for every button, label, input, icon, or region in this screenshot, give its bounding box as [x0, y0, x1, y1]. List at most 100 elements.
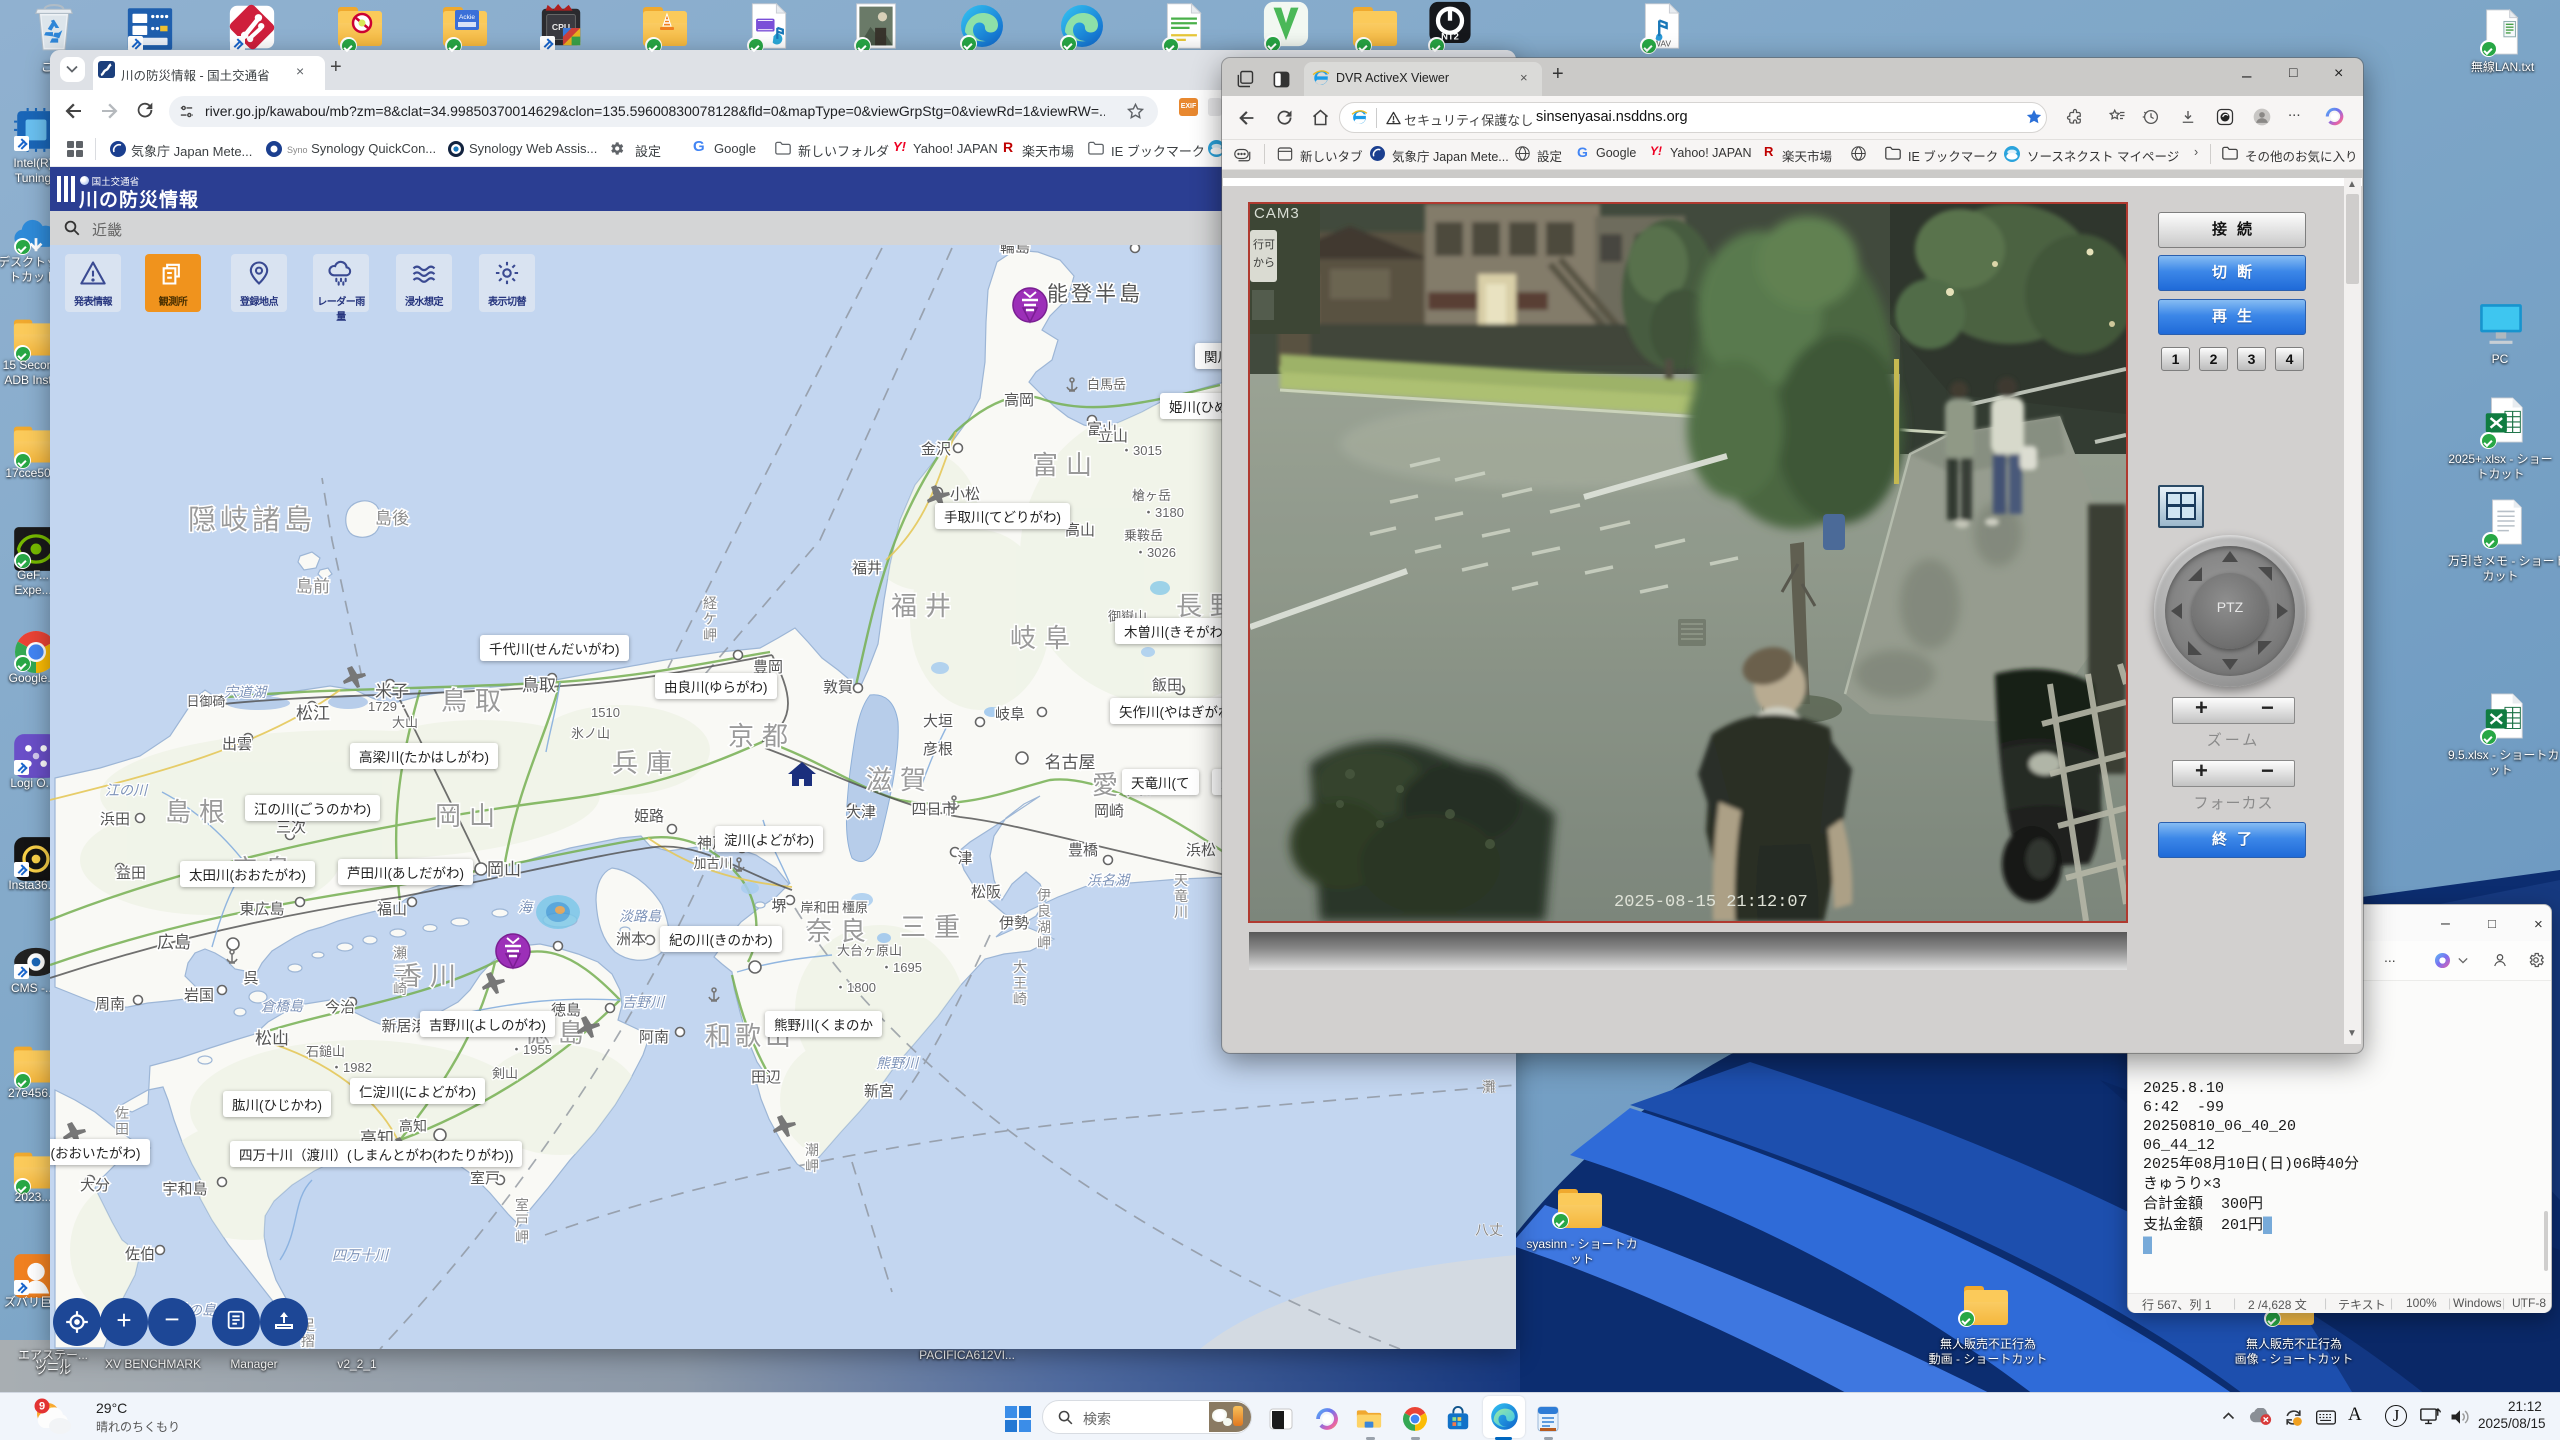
svg-text:岬: 岬 [1037, 935, 1051, 951]
svg-text:彦根: 彦根 [923, 741, 953, 758]
svg-text:・3026: ・3026 [1134, 545, 1176, 560]
svg-text:Ackie: Ackie [459, 14, 475, 21]
svg-text:大分: 大分 [80, 1177, 110, 1194]
svg-text:大: 大 [1013, 959, 1027, 975]
svg-text:高岡: 高岡 [1004, 392, 1034, 409]
svg-text:姫路: 姫路 [634, 808, 664, 825]
svg-text:竜: 竜 [1174, 888, 1188, 904]
svg-text:良: 良 [1037, 903, 1051, 919]
svg-text:岬: 岬 [703, 627, 717, 643]
svg-text:・1982: ・1982 [330, 1060, 372, 1075]
svg-text:室: 室 [515, 1197, 529, 1213]
svg-text:・1695: ・1695 [880, 960, 922, 975]
svg-text:瀬: 瀬 [393, 945, 407, 961]
svg-text:新宮: 新宮 [864, 1083, 894, 1100]
svg-text:松阪: 松阪 [971, 884, 1001, 901]
svg-text:白馬岳: 白馬岳 [1087, 377, 1126, 392]
svg-text:松山: 松山 [255, 1029, 289, 1048]
svg-text:宍道湖: 宍道湖 [224, 684, 268, 700]
svg-text:槍ヶ岳: 槍ヶ岳 [1132, 488, 1171, 503]
svg-text:島根: 島根 [165, 797, 233, 827]
svg-text:滋賀: 滋賀 [866, 765, 934, 795]
svg-text:田辺: 田辺 [751, 1069, 781, 1086]
svg-text:海: 海 [518, 899, 534, 915]
svg-text:徳島: 徳島 [551, 1002, 581, 1019]
svg-text:豊橋: 豊橋 [1068, 842, 1098, 859]
svg-text:岩国: 岩国 [184, 987, 214, 1004]
svg-text:田: 田 [115, 1121, 129, 1137]
svg-text:吉野川: 吉野川 [622, 994, 666, 1010]
svg-text:岐阜: 岐阜 [1010, 623, 1078, 653]
svg-text:広島: 広島 [157, 933, 191, 952]
svg-text:輪島: 輪島 [1000, 245, 1030, 256]
svg-text:三: 三 [393, 963, 407, 979]
svg-text:周南: 周南 [95, 996, 125, 1013]
svg-text:江の川: 江の川 [105, 782, 149, 798]
svg-text:島前: 島前 [296, 577, 330, 596]
svg-text:福山: 福山 [377, 901, 407, 918]
svg-text:富山: 富山 [1032, 450, 1100, 480]
svg-text:飯田: 飯田 [1152, 677, 1182, 694]
svg-text:・3015: ・3015 [1120, 443, 1162, 458]
svg-text:大台ヶ原山: 大台ヶ原山 [837, 943, 902, 958]
svg-text:堺: 堺 [771, 898, 786, 915]
svg-text:CAM3: CAM3 [1254, 205, 1300, 222]
svg-text:岐阜: 岐阜 [995, 706, 1025, 723]
svg-text:伊勢: 伊勢 [999, 915, 1029, 932]
svg-text:三重: 三重 [900, 912, 968, 942]
svg-text:・3180: ・3180 [1142, 505, 1184, 520]
svg-text:宇和島: 宇和島 [162, 1181, 207, 1198]
svg-text:ケ: ケ [703, 611, 717, 627]
svg-text:能登半島: 能登半島 [1047, 283, 1143, 306]
svg-text:伊: 伊 [1037, 887, 1051, 903]
svg-text:橿原: 橿原 [842, 900, 868, 915]
svg-text:佐: 佐 [115, 1105, 129, 1121]
svg-text:経: 経 [703, 595, 717, 611]
svg-text:益田: 益田 [116, 865, 146, 882]
svg-text:四日市: 四日市 [911, 801, 956, 818]
svg-text:加古川: 加古川 [693, 856, 732, 871]
svg-text:崎: 崎 [393, 981, 407, 997]
svg-text:島後: 島後 [375, 509, 409, 528]
svg-text:福井: 福井 [852, 560, 882, 577]
svg-text:岡山: 岡山 [435, 801, 503, 831]
svg-text:四万十川: 四万十川 [332, 1247, 390, 1263]
svg-text:東広島: 東広島 [239, 901, 284, 918]
svg-text:名古屋: 名古屋 [1045, 753, 1096, 772]
svg-text:1510: 1510 [591, 705, 620, 720]
svg-text:佐伯: 佐伯 [125, 1246, 155, 1263]
svg-text:三次: 三次 [276, 819, 306, 836]
svg-text:松江: 松江 [296, 704, 330, 723]
svg-text:・1955: ・1955 [510, 1042, 552, 1057]
svg-text:津: 津 [957, 850, 972, 867]
svg-text:金沢: 金沢 [921, 441, 951, 458]
svg-text:浜松: 浜松 [1186, 842, 1216, 859]
svg-text:天: 天 [1174, 872, 1188, 888]
svg-text:王: 王 [1013, 975, 1027, 991]
svg-text:福井: 福井 [891, 591, 959, 621]
svg-text:大津: 大津 [846, 804, 876, 821]
svg-text:岬: 岬 [805, 1158, 819, 1174]
svg-text:9: 9 [39, 1401, 45, 1413]
svg-text:石鎚山: 石鎚山 [306, 1044, 345, 1059]
svg-text:崎: 崎 [1013, 991, 1027, 1007]
svg-text:洲本: 洲本 [616, 931, 646, 948]
svg-text:京都: 京都 [728, 721, 796, 751]
svg-text:乗鞍岳: 乗鞍岳 [1124, 528, 1163, 543]
svg-text:岬: 岬 [515, 1229, 529, 1245]
svg-text:兵庫: 兵庫 [612, 748, 680, 778]
svg-text:隠岐諸島: 隠岐諸島 [188, 504, 316, 535]
svg-text:潮: 潮 [805, 1142, 819, 1158]
svg-text:日御碕: 日御碕 [186, 694, 225, 709]
svg-text:淡路島: 淡路島 [619, 908, 662, 924]
svg-text:岡山: 岡山 [487, 860, 521, 879]
svg-text:氷ノ山: 氷ノ山 [571, 726, 610, 741]
svg-text:鳥取: 鳥取 [441, 686, 509, 716]
svg-text:川: 川 [1174, 904, 1188, 920]
svg-text:戸: 戸 [515, 1213, 529, 1229]
svg-text:NT2: NT2 [1441, 31, 1459, 42]
svg-text:出雲: 出雲 [222, 736, 252, 753]
svg-text:1729・: 1729・ [368, 699, 410, 714]
svg-text:・1800: ・1800 [834, 980, 876, 995]
svg-text:岸和田: 岸和田 [800, 900, 839, 915]
